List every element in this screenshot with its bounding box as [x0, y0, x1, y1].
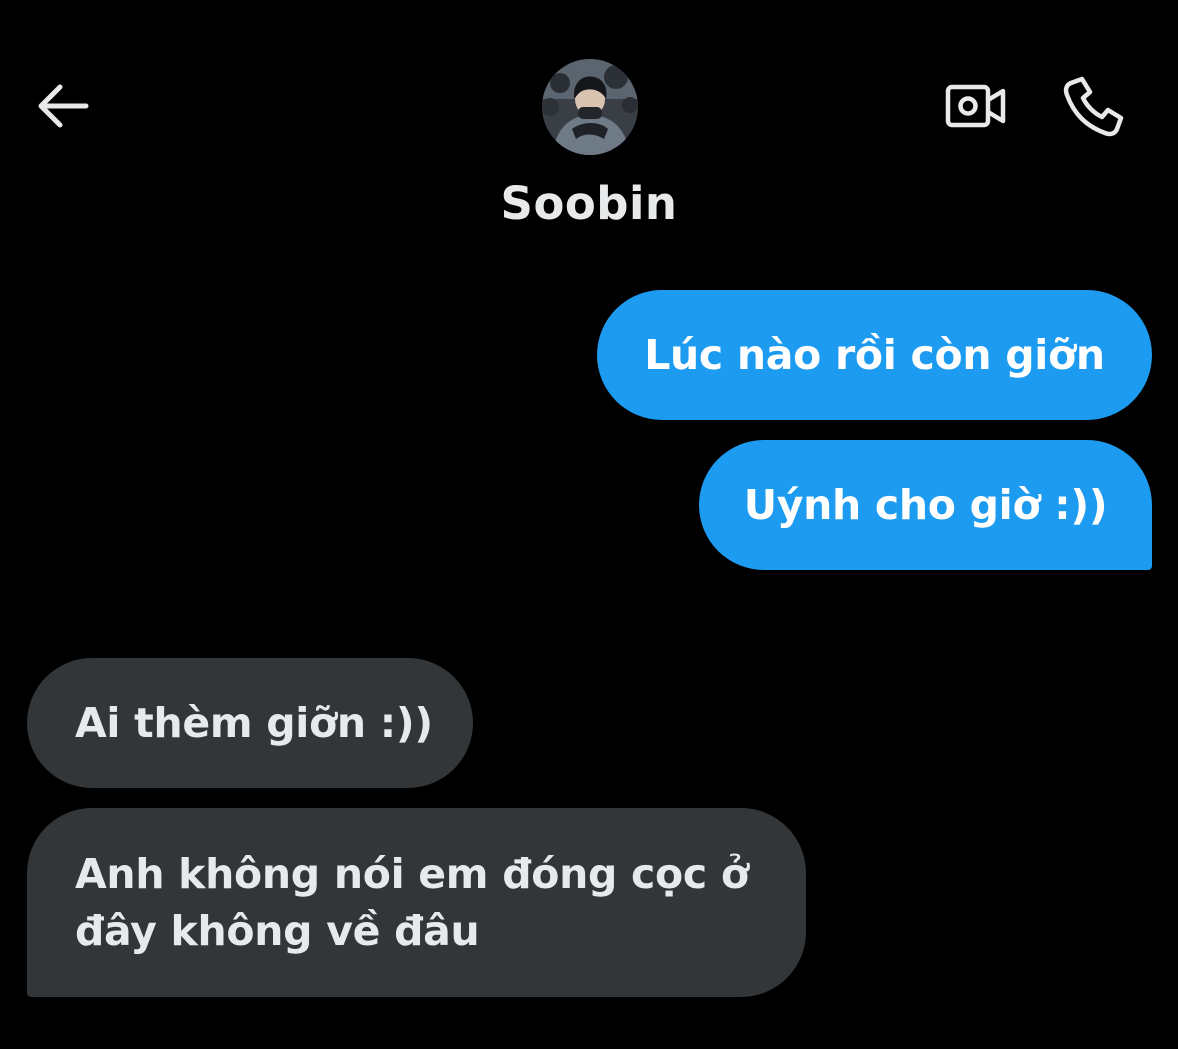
phone-icon	[1063, 76, 1124, 137]
message-text: Uýnh cho giờ :))	[743, 481, 1108, 529]
message-bubble-received[interactable]: Anh không nói em đóng cọc ở đây không về…	[27, 808, 806, 997]
video-camera-icon	[945, 84, 1006, 128]
contact-avatar[interactable]	[542, 59, 638, 155]
contact-name[interactable]: Soobin	[0, 172, 1178, 236]
message-text: Ai thèm giỡn :))	[75, 699, 433, 747]
back-button[interactable]	[28, 72, 96, 140]
message-bubble-received[interactable]: Ai thèm giỡn :))	[27, 658, 473, 788]
message-bubble-sent[interactable]: Uýnh cho giờ :))	[699, 440, 1152, 570]
avatar-photo	[542, 59, 638, 155]
video-call-button[interactable]	[938, 72, 1014, 140]
message-bubble-sent[interactable]: Lúc nào rồi còn giỡn	[597, 290, 1152, 420]
message-text: Lúc nào rồi còn giỡn	[644, 331, 1105, 379]
arrow-left-icon	[38, 84, 89, 128]
message-text: Anh không nói em đóng cọc ở đây không về…	[75, 849, 749, 955]
voice-call-button[interactable]	[1056, 70, 1132, 142]
